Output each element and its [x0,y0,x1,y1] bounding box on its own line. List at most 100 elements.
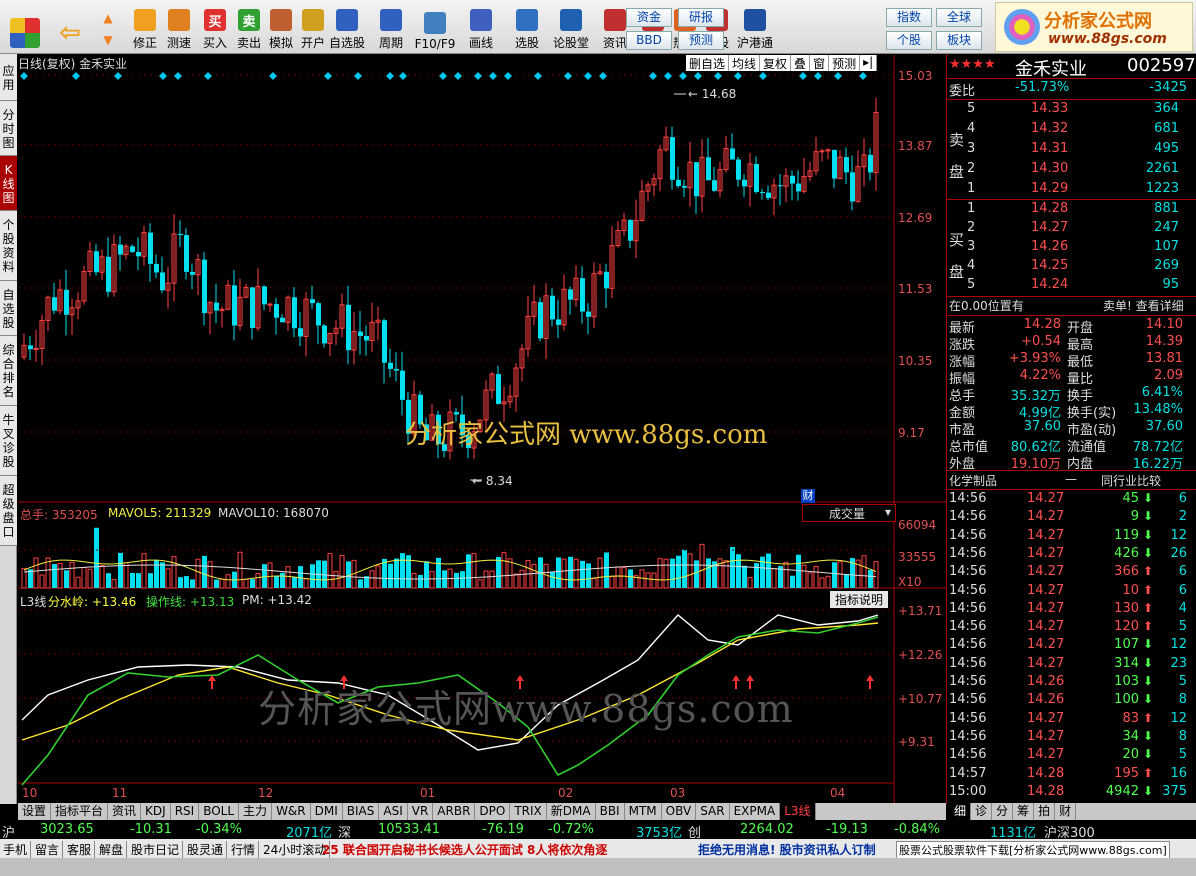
indicator-tab[interactable]: ARBR [433,803,476,820]
tick-volume: 20 [1122,747,1139,763]
indicator-tab[interactable]: OBV [662,803,697,820]
status-menu-item[interactable]: 留言 [32,841,64,858]
left-tab[interactable]: 超级盘口 [0,476,17,546]
status-menu-item[interactable]: 客服 [64,841,96,858]
status-menu-item[interactable]: 股灵通 [184,841,228,858]
indicator-tab[interactable]: ASI [379,803,408,820]
status-menu-item[interactable]: 手机 [0,841,32,858]
volume-indicator-select[interactable]: 成交量 ▾ [802,504,896,522]
indicator-tab[interactable]: DMI [311,803,343,820]
toolbar-refresh-button[interactable]: 修正 [126,3,164,51]
indicator-tab[interactable]: 资讯 [108,803,142,820]
tick-row: 14:56 14.27 130 ⬆ 4 [947,601,1187,619]
chart-menu-item[interactable]: 窗 [810,55,830,71]
toolbar-small-button[interactable]: 个股 [886,31,932,50]
indicator-tab[interactable]: MTM [625,803,662,820]
indicator-tab[interactable]: BOLL [199,803,240,820]
indicator-tab[interactable]: EXPMA [730,803,781,820]
news-ticker[interactable]: 25 联合国开启秘书长候选人公开面试 8人将依次角逐 [322,841,607,858]
tick-volume: 314 [1114,655,1139,671]
indicator-tab[interactable]: L3线 [780,803,816,820]
status-menu-item[interactable]: 行情 [228,841,260,858]
indicator-tab[interactable]: BIAS [343,803,380,820]
toolbar-small-button[interactable]: 板块 [936,31,982,50]
chart-menu-item[interactable]: 复权 [760,55,792,71]
indicator-tab[interactable]: KDJ [141,803,171,820]
pin-icon[interactable]: ▸| [860,55,878,71]
toolbar-sse-hk-button[interactable]: 沪港通 [736,3,774,51]
status-menu-item[interactable]: 24小时滚动 [260,841,331,858]
chart-menu-item[interactable]: 删自选 [686,55,730,71]
candle-body-down [760,191,765,193]
cy-percent: -0.84% [894,822,940,837]
bid-price: 14.28 [1031,201,1069,216]
indicator-help-button[interactable]: 指标说明 [830,591,888,608]
toolbar-screen-button[interactable]: 选股 [508,3,546,51]
time-axis-label: 10 [22,786,37,800]
stat-value: 4.22% [1019,368,1061,383]
volume-bar-down [706,558,711,588]
toolbar-small-button[interactable]: BBD [626,31,672,50]
toolbar-buy-button[interactable]: 买买入 [196,3,234,51]
left-tab[interactable]: K线图 [0,156,17,211]
detail-tab[interactable]: 诊 [971,803,993,820]
left-tab[interactable]: 自选股 [0,281,17,336]
toolbar-clock-button[interactable]: 测速 [160,3,198,51]
indicator-tab[interactable]: BBI [596,803,625,820]
order-detail-link[interactable]: 卖单! 查看详细 [1103,297,1184,314]
indicator-tab[interactable]: VR [408,803,434,820]
chart-menu-item[interactable]: 均线 [729,55,761,71]
candle-body-down [790,175,795,184]
left-tab[interactable]: 应用 [0,54,17,101]
left-tab[interactable]: 个股资料 [0,211,17,281]
status-menu-item[interactable]: 解盘 [96,841,128,858]
indicator-tab[interactable]: RSI [171,803,200,820]
detail-tab[interactable]: 财 [1055,803,1077,820]
quote-row: 振幅 4.22% 量比 2.09 [947,368,1187,387]
indicator-tab[interactable]: W&R [272,803,311,820]
back-button[interactable]: ⇦ [52,3,88,51]
toolbar-pen-button[interactable]: 画线 [462,3,500,51]
weicha-value: -3425 [1149,80,1187,95]
menu-button[interactable] [6,3,44,51]
volume-bar-down [250,579,255,588]
detail-tab[interactable]: 细 [950,803,972,820]
arrow-down-icon: ⬇ [1142,509,1153,524]
toolbar-small-button[interactable]: 指数 [886,8,932,27]
toolbar-small-button[interactable]: 研报 [678,8,724,27]
news-promo[interactable]: 拒绝无用消息! 股市资讯私人订制 [698,841,876,858]
chart-menu-item[interactable]: 预测 [829,55,861,71]
indicator-tab[interactable]: 设置 [18,803,52,820]
detail-tab[interactable]: 拍 [1034,803,1056,820]
toolbar-small-button[interactable]: 资金 [626,8,672,27]
toolbar-star-button[interactable]: 自选股 [328,3,366,51]
industry-compare-link[interactable]: 同行业比较 [1101,472,1161,489]
left-tab[interactable]: 牛叉诊股 [0,406,17,476]
toolbar-small-button[interactable]: 全球 [936,8,982,27]
left-tab[interactable]: 分时图 [0,101,17,156]
indicator-tab[interactable]: DPO [475,803,511,820]
finance-tag[interactable]: 财 [801,489,815,503]
status-menu-item[interactable]: 股市日记 [128,841,184,858]
toolbar-clock-button[interactable]: 周期 [372,3,410,51]
indicator-tab[interactable]: SAR [696,803,730,820]
toolbar-lock-button[interactable]: 开户 [294,3,332,51]
indicator-tab[interactable]: 指标平台 [51,803,109,820]
volume-bar-down [796,554,801,588]
chart-menu-item[interactable]: 叠 [791,55,811,71]
volume-bar-down [580,560,585,588]
price-axis-label: 12.69 [898,211,932,225]
toolbar-button-label: 自选股 [328,36,365,50]
detail-tab[interactable]: 筹 [1013,803,1035,820]
toolbar-small-button[interactable]: 预测 [678,31,724,50]
toolbar-chat-button[interactable]: 论股堂 [552,3,590,51]
tick-count: 12 [1170,710,1187,726]
detail-tab[interactable]: 分 [992,803,1014,820]
indicator-tab[interactable]: TRIX [510,803,547,820]
toolbar-document-button[interactable]: F10/F9 [415,3,455,51]
lock-icon [302,9,324,31]
indicator-tab[interactable]: 主力 [239,803,273,820]
up-down-button[interactable]: ▲ ▼ [96,3,120,51]
left-tab[interactable]: 综合排名 [0,336,17,406]
indicator-tab[interactable]: 新DMA [547,803,596,820]
